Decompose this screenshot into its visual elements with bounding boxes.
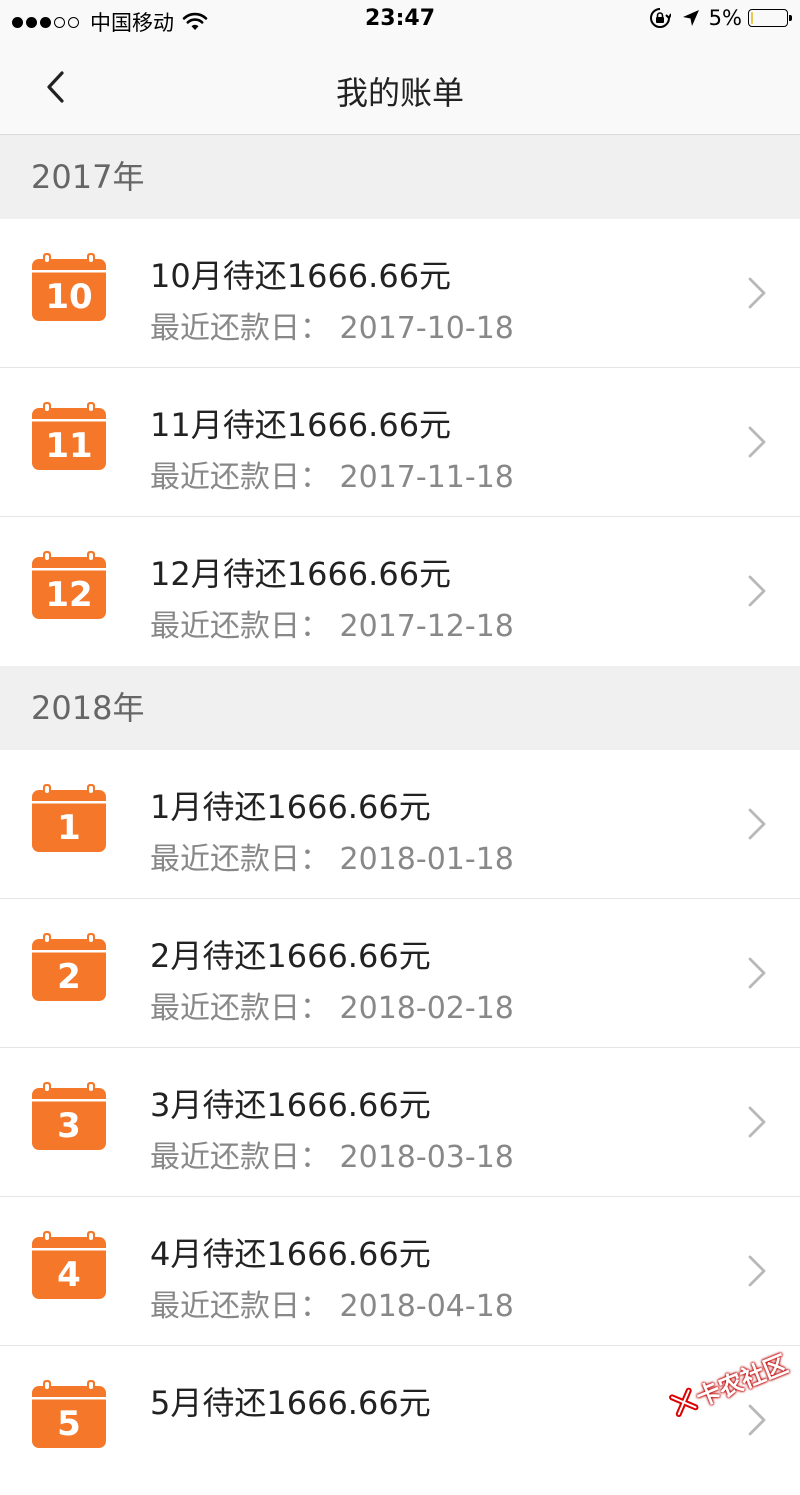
chevron-right-icon [748, 1106, 766, 1138]
bill-due-date: 最近还款日： 2018-01-18 [150, 842, 514, 877]
bill-title: 1月待还1666.66元 [150, 788, 431, 826]
battery-percentage: 5% [708, 6, 742, 30]
chevron-right-icon [748, 1255, 766, 1287]
bill-title: 2月待还1666.66元 [150, 937, 431, 975]
chevron-right-icon [748, 575, 766, 607]
bill-list: 2017年 10 10月待还1666.66元 最近还款日： 2017-10-18 11 1… [0, 135, 800, 1495]
page-title: 我的账单 [335, 74, 464, 112]
bill-due-date: 最近还款日： 2017-11-18 [150, 460, 514, 495]
battery-tip [789, 15, 792, 21]
calendar-icon: 1 [32, 784, 106, 852]
calendar-icon-number: 4 [57, 1255, 81, 1295]
status-bar: 中国移动 23:47 5% [0, 0, 800, 40]
bill-row[interactable]: 4 4月待还1666.66元最近还款日： 2018-04-18 [0, 1197, 800, 1346]
bill-title: 11月待还1666.66元 [150, 406, 452, 444]
bill-due-date: 最近还款日： 2017-10-18 [150, 311, 514, 346]
calendar-icon-number: 11 [45, 426, 92, 466]
chevron-right-icon [748, 277, 766, 309]
battery-fill [751, 12, 753, 24]
calendar-icon-number: 12 [45, 575, 92, 615]
section-header-year: 2018年 [0, 666, 800, 750]
calendar-icon: 2 [32, 933, 106, 1001]
battery-icon [748, 9, 792, 27]
calendar-icon: 3 [32, 1082, 106, 1150]
bill-title: 4月待还1666.66元 [150, 1235, 431, 1273]
calendar-icon-number: 1 [57, 808, 81, 848]
bill-title: 10月待还1666.66元 [150, 257, 452, 295]
bill-due-date: 最近还款日： 2017-12-18 [150, 609, 514, 644]
calendar-icon-number: 10 [45, 277, 92, 317]
lock-rotation-icon [649, 8, 671, 28]
calendar-icon: 10 [32, 253, 106, 321]
calendar-icon: 4 [32, 1231, 106, 1299]
bill-row[interactable]: 1 1月待还1666.66元最近还款日： 2018-01-18 [0, 750, 800, 899]
bill-row[interactable]: 10 10月待还1666.66元最近还款日： 2017-10-18 [0, 219, 800, 368]
bill-row[interactable]: 3 3月待还1666.66元最近还款日： 2018-03-18 [0, 1048, 800, 1197]
calendar-icon-number: 2 [57, 957, 81, 997]
bill-due-date: 最近还款日： 2018-03-18 [150, 1140, 514, 1175]
bill-row[interactable]: 12 12月待还1666.66元最近还款日： 2017-12-18 [0, 517, 800, 666]
chevron-right-icon [748, 808, 766, 840]
location-icon [682, 10, 699, 26]
calendar-icon-number: 3 [57, 1106, 81, 1146]
nav-bar: 我的账单 [0, 40, 800, 135]
bill-row[interactable]: 2 2月待还1666.66元最近还款日： 2018-02-18 [0, 899, 800, 1048]
section-header-year: 2017年 [0, 135, 800, 219]
calendar-icon: 11 [32, 402, 106, 470]
chevron-right-icon [748, 426, 766, 458]
status-right: 5% [649, 6, 792, 30]
bill-due-date: 最近还款日： 2018-04-18 [150, 1289, 514, 1324]
calendar-icon: 12 [32, 551, 106, 619]
bill-title: 5月待还1666.66元 [150, 1384, 431, 1422]
calendar-icon: 5 [32, 1380, 106, 1448]
bill-row[interactable]: 11 11月待还1666.66元最近还款日： 2017-11-18 [0, 368, 800, 517]
bill-title: 12月待还1666.66元 [150, 555, 452, 593]
calendar-icon-number: 5 [57, 1404, 81, 1444]
bill-due-date: 最近还款日： 2018-02-18 [150, 991, 514, 1026]
chevron-right-icon [748, 1404, 766, 1436]
chevron-right-icon [748, 957, 766, 989]
bill-title: 3月待还1666.66元 [150, 1086, 431, 1124]
